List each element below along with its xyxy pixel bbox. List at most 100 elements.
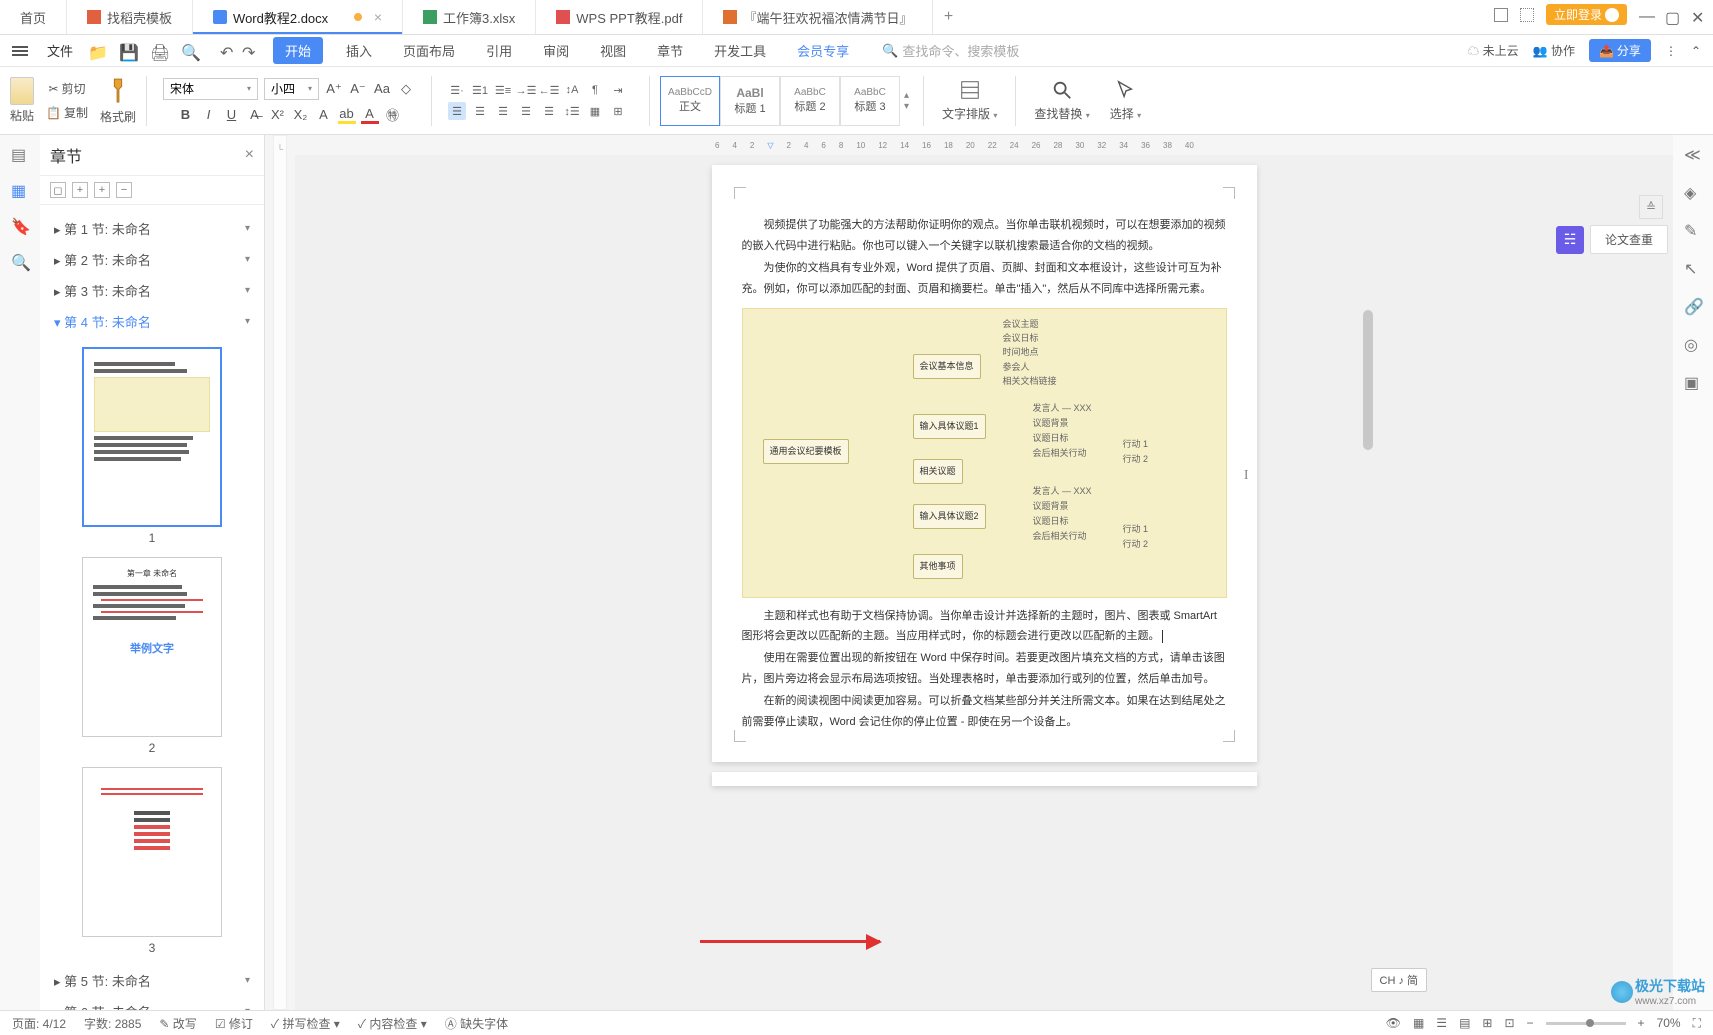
page-count[interactable]: 页面: 4/12 (12, 1015, 66, 1032)
link-icon[interactable]: 🔗 (1684, 297, 1702, 315)
undo-icon[interactable]: ↶ (220, 43, 236, 59)
revise-status[interactable]: ✎ 改写 (159, 1015, 196, 1032)
paste-button[interactable]: 粘贴 (10, 77, 34, 124)
para-1[interactable]: 视频提供了功能强大的方法帮助你证明你的观点。当你单击联机视频时，可以在想要添加的… (742, 215, 1227, 257)
section-2[interactable]: ▸ 第 2 节: 未命名▾ (50, 244, 254, 275)
ribbon-insert[interactable]: 插入 (338, 37, 380, 64)
preview-icon[interactable]: 🔍 (181, 43, 197, 59)
para-2[interactable]: 为使你的文档具有专业外观，Word 提供了页眉、页脚、封面和文本框设计，这些设计… (742, 258, 1227, 300)
search-pane-icon[interactable]: 🔍 (11, 253, 29, 271)
ribbon-view[interactable]: 视图 (592, 37, 634, 64)
collapse-widget-icon[interactable]: ≙ (1639, 195, 1663, 219)
zoom-value[interactable]: 70% (1657, 1016, 1681, 1030)
open-icon[interactable]: 📁 (88, 43, 104, 59)
view-web-icon[interactable]: ▤ (1459, 1016, 1470, 1030)
tab-home[interactable]: 首页 (0, 0, 67, 34)
content-check[interactable]: ✓ 内容检查 ▾ (358, 1015, 427, 1032)
underline-button[interactable]: U (223, 106, 241, 124)
tab-pdf[interactable]: WPS PPT教程.pdf (536, 0, 703, 34)
thumbnail-2[interactable]: 第一章 未命名 举例文字 (82, 557, 222, 737)
italic-button[interactable]: I (200, 106, 218, 124)
cut-button[interactable]: ✂ 剪切 (46, 78, 87, 99)
style-h1[interactable]: AaBl标题 1 (720, 76, 780, 126)
target-icon[interactable]: ◎ (1684, 335, 1702, 353)
para-mark-button[interactable]: ¶ (586, 81, 604, 99)
save-icon[interactable]: 💾 (119, 43, 135, 59)
mindmap-diagram[interactable]: 通用会议纪要模板 会议基本信息 输入具体议题1 相关议题 输入具体议题2 其他事… (742, 308, 1227, 598)
thumbnail-1[interactable] (82, 347, 222, 527)
pt-icon-4[interactable]: − (116, 182, 132, 198)
eye-icon[interactable]: 👁 (1386, 1016, 1401, 1030)
coop-button[interactable]: 👥 协作 (1533, 42, 1575, 59)
zoom-slider[interactable] (1546, 1022, 1626, 1025)
multilevel-button[interactable]: ☰≡ (494, 81, 512, 99)
login-button[interactable]: 立即登录 (1546, 4, 1627, 25)
indent-inc-button[interactable]: →☰ (517, 81, 535, 99)
fullscreen-icon[interactable]: ⛶ (1693, 1016, 1701, 1031)
outline-icon[interactable]: ▤ (11, 145, 29, 163)
distribute-button[interactable]: ☰ (540, 102, 558, 120)
section-5[interactable]: ▸ 第 5 节: 未命名▾ (50, 965, 254, 996)
subscript-button[interactable]: X₂ (292, 106, 310, 124)
more-icon[interactable]: ⋮ (1665, 44, 1677, 58)
redo-icon[interactable]: ↷ (242, 43, 258, 59)
sort-button[interactable]: ↕A (563, 81, 581, 99)
section-4[interactable]: ▾ 第 4 节: 未命名▾ (50, 306, 254, 337)
borders-button[interactable]: ⊞ (609, 102, 627, 120)
section-3[interactable]: ▸ 第 3 节: 未命名▾ (50, 275, 254, 306)
text-effect-button[interactable]: A (315, 106, 333, 124)
size-select[interactable]: 小四▾ (264, 78, 319, 100)
tab-button[interactable]: ⇥ (609, 81, 627, 99)
scrollbar-vertical[interactable] (1363, 310, 1375, 1010)
grid-icon[interactable] (1494, 8, 1508, 22)
bold-button[interactable]: B (177, 106, 195, 124)
share-button[interactable]: 📤 分享 (1589, 39, 1651, 62)
document-area[interactable]: 642 ▽ 2468101214161820222426283032343638… (295, 135, 1673, 1010)
minimize-icon[interactable]: — (1639, 8, 1653, 22)
shading-button[interactable]: ▦ (586, 102, 604, 120)
font-select[interactable]: 宋体▾ (163, 78, 258, 100)
close-window-icon[interactable]: ✕ (1691, 8, 1705, 22)
ribbon-start[interactable]: 开始 (273, 37, 323, 64)
command-search[interactable]: 🔍 查找命令、搜索模板 (882, 41, 1019, 60)
maximize-icon[interactable]: ▢ (1665, 8, 1679, 22)
page-content[interactable]: 视频提供了功能强大的方法帮助你证明你的观点。当你单击联机视频时，可以在想要添加的… (712, 165, 1257, 762)
para-5[interactable]: 在新的阅读视图中阅读更加容易。可以折叠文档某些部分并关注所需文本。如果在达到结尾… (742, 691, 1227, 733)
track-status[interactable]: ☑ 修订 (215, 1015, 253, 1032)
style-normal[interactable]: AaBbCcD正文 (660, 76, 720, 126)
style-up-icon[interactable]: ▴ (904, 90, 909, 101)
line-spacing-button[interactable]: ↕☰ (563, 102, 581, 120)
font-color-button[interactable]: A (361, 106, 379, 124)
cloud-status[interactable]: ☁ 未上云 (1467, 42, 1518, 59)
ribbon-ref[interactable]: 引用 (478, 37, 520, 64)
ribbon-review[interactable]: 审阅 (535, 37, 577, 64)
view-outline-icon[interactable]: ⊞ (1482, 1016, 1492, 1030)
para-4[interactable]: 使用在需要位置出现的新按钮在 Word 中保存时间。若要更改图片填充文档的方式，… (742, 648, 1227, 690)
hamburger-icon[interactable] (12, 46, 28, 56)
spell-check[interactable]: ✓ 拼写检查 ▾ (271, 1015, 340, 1032)
font-missing[interactable]: Ⓐ 缺失字体 (445, 1015, 508, 1032)
tab-template[interactable]: 找稻壳模板 (67, 0, 193, 34)
nav-icon[interactable]: ▦ (11, 181, 29, 199)
copy-button[interactable]: 📋 复制 (44, 102, 90, 123)
thumbnail-3[interactable] (82, 767, 222, 937)
text-layout-button[interactable]: 文字排版 ▾ (934, 79, 1005, 122)
numbering-button[interactable]: ☰1 (471, 81, 489, 99)
ribbon-section[interactable]: 章节 (649, 37, 691, 64)
circled-char-button[interactable]: ㊕ (384, 106, 402, 124)
strike-button[interactable]: A̶ (246, 106, 264, 124)
select-button[interactable]: 选择 ▾ (1102, 79, 1149, 122)
clear-format-icon[interactable]: ◇ (397, 80, 415, 98)
print-icon[interactable]: 🖨 (150, 43, 166, 59)
highlight-button[interactable]: ab (338, 106, 356, 124)
view-print-icon[interactable]: ▦ (1413, 1016, 1424, 1030)
pen-icon[interactable]: ✎ (1684, 221, 1702, 239)
tab-ppt[interactable]: 『端午狂欢祝福浓情满节日』 (703, 0, 933, 34)
paper-check-widget[interactable]: ☵ 论文查重 (1556, 225, 1668, 254)
superscript-button[interactable]: X² (269, 106, 287, 124)
new-tab-button[interactable]: + (933, 8, 963, 26)
pt-icon-3[interactable]: + (94, 182, 110, 198)
zoom-fit-icon[interactable]: ⊡ (1504, 1016, 1514, 1030)
style-down-icon[interactable]: ▾ (904, 101, 909, 112)
pt-icon-2[interactable]: + (72, 182, 88, 198)
